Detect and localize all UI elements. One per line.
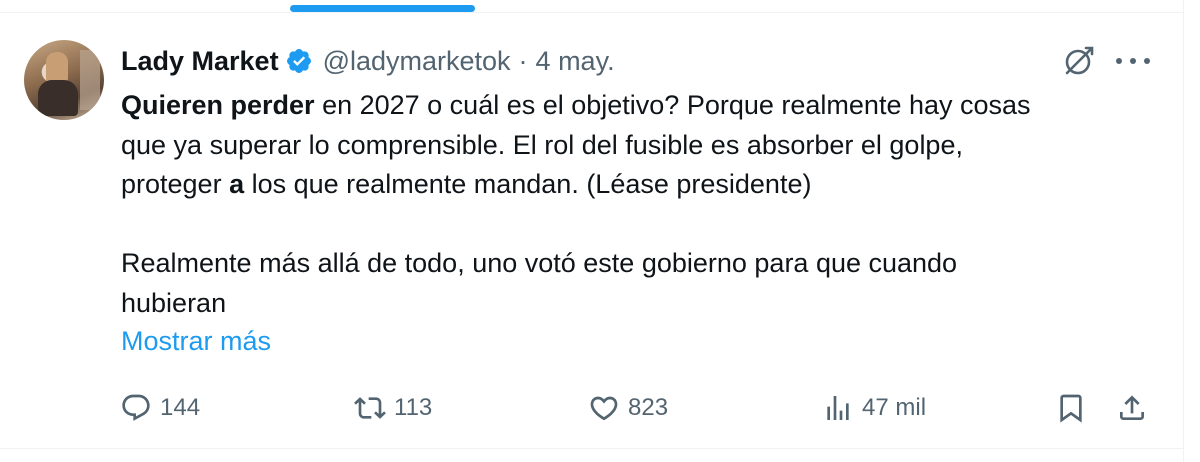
- more-icon[interactable]: [1116, 46, 1150, 76]
- separator-dot: ·: [518, 45, 528, 76]
- active-tab-indicator: [290, 5, 475, 12]
- tweet-date[interactable]: 4 may.: [536, 46, 615, 77]
- share-icon: [1120, 395, 1144, 420]
- tweet-header: Lady Market @ladymarketok · 4 may.: [121, 42, 615, 80]
- grok-icon[interactable]: [1062, 44, 1096, 78]
- tweet-text-segment: proteger: [121, 169, 230, 199]
- top-divider: [0, 12, 1183, 13]
- tweet-line: Realmente más allá de todo, uno votó est…: [121, 248, 958, 278]
- tweet-line: que ya superar lo comprensible. El rol d…: [121, 129, 963, 160]
- like-count: 823: [628, 394, 669, 421]
- tweet-bold-word: a: [229, 169, 245, 199]
- repost-button[interactable]: 113: [354, 386, 432, 430]
- show-more-link[interactable]: Mostrar más: [121, 326, 271, 357]
- bottom-divider: [0, 448, 1183, 449]
- tweet-bold-phrase: Quieren perder: [121, 90, 315, 120]
- tweet-text-segment: en 2027 o cuál es el objetivo? Porque re…: [314, 90, 1031, 120]
- timeline-border: [1183, 0, 1184, 462]
- tweet-text-segment: los que realmente mandan. (Léase preside…: [244, 169, 812, 199]
- tweet-line: hubieran: [121, 287, 227, 318]
- author-name[interactable]: Lady Market: [121, 46, 279, 77]
- like-button[interactable]: 823: [588, 386, 668, 430]
- views-button[interactable]: 47 mil: [822, 386, 926, 430]
- tweet-text: Quieren perder en 2027 o cuál es el obje…: [121, 86, 1161, 323]
- share-button[interactable]: [1116, 386, 1148, 430]
- repost-count: 113: [394, 394, 433, 421]
- heart-icon: [590, 396, 618, 421]
- bookmark-icon: [1060, 394, 1082, 423]
- verified-badge-icon[interactable]: [285, 47, 313, 75]
- reply-icon: [122, 394, 150, 421]
- views-count: 47 mil: [862, 394, 927, 421]
- author-handle[interactable]: @ladymarketok: [323, 46, 511, 77]
- views-icon: [827, 396, 849, 420]
- reply-count: 144: [160, 394, 201, 421]
- bookmark-button[interactable]: [1055, 386, 1087, 430]
- action-bar: 144 113 823 47 mil: [0, 386, 1183, 430]
- reply-button[interactable]: 144: [120, 386, 200, 430]
- tweet-line: proteger a los que realmente mandan. (Lé…: [121, 165, 1161, 205]
- repost-icon: [354, 397, 386, 419]
- avatar[interactable]: [24, 40, 104, 120]
- tweet-line: Quieren perder en 2027 o cuál es el obje…: [121, 86, 1161, 126]
